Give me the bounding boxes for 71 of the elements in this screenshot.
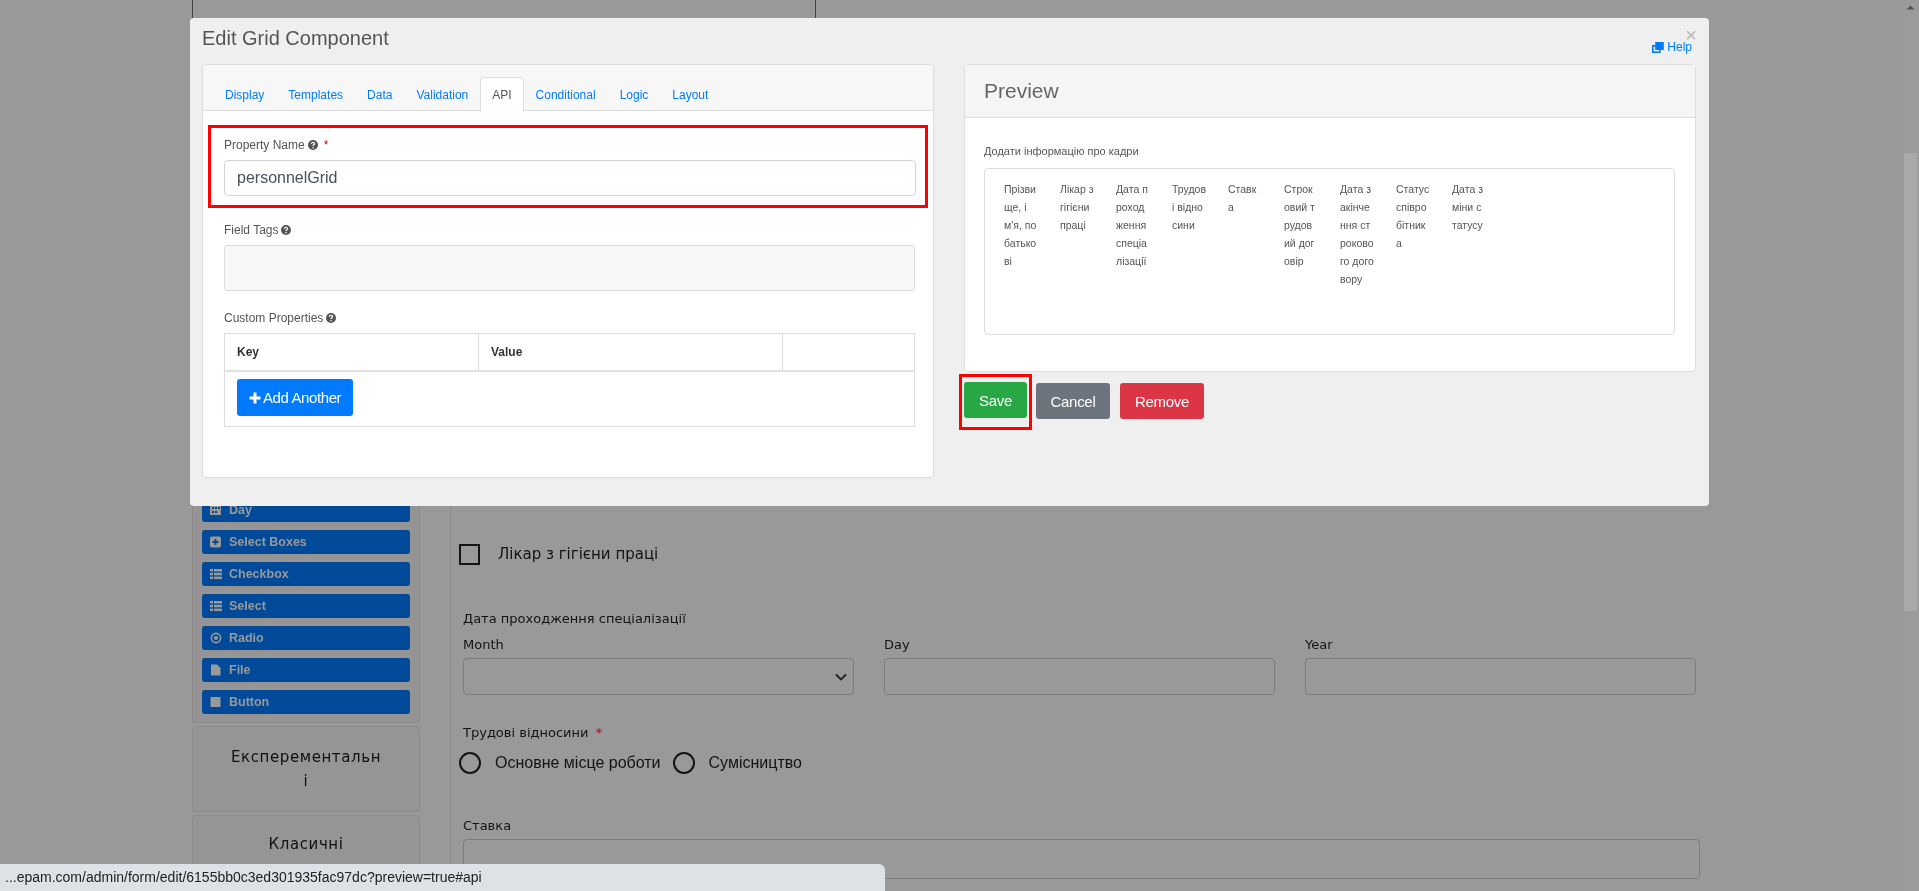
preview-title: Preview bbox=[984, 79, 1059, 103]
component-button[interactable]: Select Boxes bbox=[202, 530, 410, 554]
tab[interactable]: Display bbox=[213, 77, 277, 111]
help-link[interactable]: Help bbox=[1652, 40, 1692, 54]
tab[interactable]: Validation bbox=[404, 77, 481, 111]
field-label: Custom Properties bbox=[224, 311, 324, 325]
field-label: Month bbox=[463, 637, 505, 652]
radio-label: Основне місце роботи bbox=[495, 754, 661, 772]
dropdown[interactable] bbox=[463, 658, 854, 695]
field-label: Day bbox=[884, 637, 911, 652]
help-icon bbox=[281, 225, 292, 235]
list-icon bbox=[210, 568, 222, 580]
grid-label: Додати інформацію про кадри bbox=[984, 145, 1140, 157]
external-window-icon bbox=[1652, 41, 1665, 53]
radio-icon bbox=[210, 632, 222, 644]
component-button[interactable]: Select bbox=[202, 594, 410, 618]
action-button[interactable]: Cancel bbox=[1036, 383, 1110, 419]
list-icon bbox=[210, 600, 222, 612]
column-header: Прізвище, ім'я, по батькові bbox=[1004, 182, 1038, 269]
column-header: Лікар з гігієни праці bbox=[1060, 182, 1094, 233]
column-header: Дата зміни статусу bbox=[1452, 182, 1484, 233]
tab[interactable]: Layout bbox=[660, 77, 721, 111]
tab[interactable]: API bbox=[480, 77, 524, 112]
chevron-down-icon bbox=[835, 672, 847, 681]
input-field[interactable]: personnelGrid bbox=[224, 160, 916, 196]
tab[interactable]: Templates bbox=[276, 77, 356, 111]
column-header: Строковий трудовий договір bbox=[1284, 182, 1316, 269]
calendar-icon bbox=[210, 504, 222, 516]
required-mark: * bbox=[323, 138, 329, 152]
column-header: Дата закінчення строкового договору bbox=[1340, 182, 1374, 287]
column-header: Дата проходження спеціалізації bbox=[1116, 182, 1149, 269]
dialog-title: Edit Grid Component bbox=[202, 26, 389, 50]
add-another-button[interactable]: Add Another bbox=[237, 379, 354, 416]
field-label: Трудові відносини * bbox=[463, 725, 604, 740]
radio-button[interactable] bbox=[672, 752, 695, 774]
column-header: Статус співробітника bbox=[1396, 182, 1430, 251]
field-label: Field Tags bbox=[224, 223, 279, 237]
plus-icon bbox=[249, 391, 261, 404]
column-header: Ставка bbox=[1228, 182, 1258, 215]
input-field[interactable] bbox=[884, 658, 1275, 695]
field-label: Property Name bbox=[224, 138, 305, 152]
status-bar-url: ...epam.com/admin/form/edit/6155bb0c3ed301935fac97dc?preview=true#api bbox=[0, 864, 885, 891]
radio-label: Сумісництво bbox=[708, 754, 802, 772]
help-icon bbox=[307, 140, 318, 150]
column-header: Трудові відносини bbox=[1172, 182, 1206, 233]
checkbox-label: Лікар з гігієни праці bbox=[498, 545, 659, 563]
scroll-up-icon bbox=[1906, 5, 1915, 10]
component-button[interactable]: Checkbox bbox=[202, 562, 410, 586]
action-button[interactable]: Remove bbox=[1120, 383, 1204, 419]
square-icon bbox=[210, 696, 222, 708]
column-header: Key bbox=[225, 334, 479, 370]
input-field[interactable] bbox=[1305, 658, 1696, 695]
radio-button[interactable] bbox=[459, 752, 481, 774]
tab[interactable]: Data bbox=[355, 77, 405, 111]
group-button[interactable]: Класичні bbox=[192, 815, 420, 865]
component-button[interactable]: Button bbox=[202, 690, 410, 714]
tab[interactable]: Logic bbox=[607, 77, 661, 111]
column-header: Value bbox=[479, 334, 783, 370]
required-mark: * bbox=[595, 725, 603, 740]
field-label: Ставка bbox=[463, 818, 513, 833]
help-icon bbox=[326, 313, 337, 323]
plus-square-icon bbox=[210, 536, 222, 548]
field-label: Year bbox=[1305, 637, 1334, 652]
file-icon bbox=[210, 664, 222, 676]
group-button[interactable]: Експерементальні bbox=[192, 726, 420, 812]
action-button[interactable]: Save bbox=[964, 382, 1027, 418]
tab[interactable]: Conditional bbox=[523, 77, 608, 111]
component-button[interactable]: File bbox=[202, 658, 410, 682]
field-label: Дата проходження спеціалізації bbox=[463, 611, 687, 626]
checkbox[interactable] bbox=[459, 543, 480, 565]
component-button[interactable]: Radio bbox=[202, 626, 410, 650]
